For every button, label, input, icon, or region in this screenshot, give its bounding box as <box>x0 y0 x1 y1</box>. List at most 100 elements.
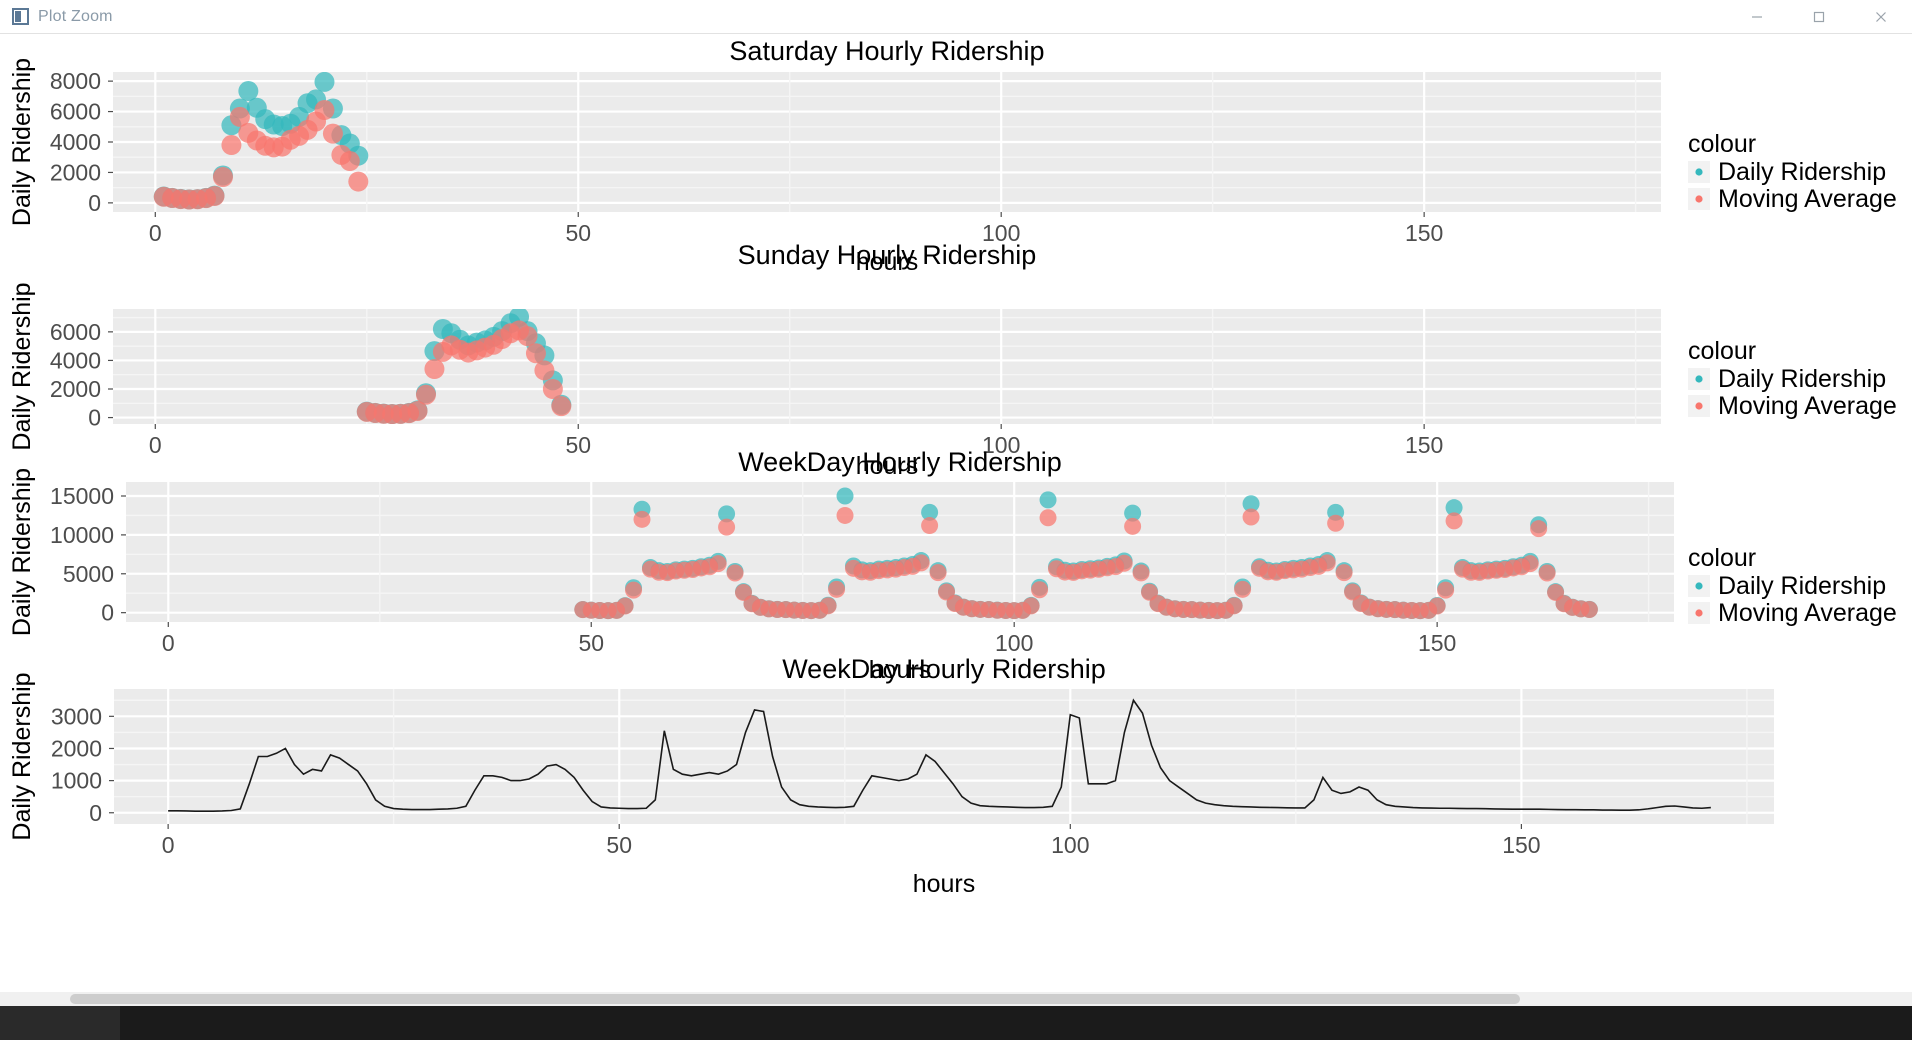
data-point <box>1445 512 1463 530</box>
data-point <box>212 167 233 187</box>
legend-label-daily-ridership: Daily Ridership <box>1718 572 1886 600</box>
x-tick-label: 150 <box>1405 432 1443 458</box>
data-point <box>1327 514 1345 532</box>
data-point <box>339 151 360 172</box>
chart-title: WeekDay Hourly Ridership <box>782 654 1106 684</box>
x-axis-label: hours <box>913 870 976 898</box>
y-axis: 0 1000 2000 3000 <box>51 703 114 826</box>
data-point <box>1115 554 1133 572</box>
y-tick-label: 4000 <box>50 129 101 155</box>
data-point <box>1335 564 1353 582</box>
data-point <box>551 396 572 417</box>
panel-background <box>114 689 1774 824</box>
legend-key-daily-ridership-icon <box>1695 168 1703 176</box>
y-tick-label: 0 <box>88 405 101 431</box>
legend-label-daily-ridership: Daily Ridership <box>1718 365 1886 393</box>
legend-title: colour <box>1688 337 1756 365</box>
data-point <box>1124 517 1142 535</box>
data-point <box>1039 509 1057 527</box>
data-point <box>1437 581 1455 599</box>
y-axis: 0 2000 40006000 <box>50 319 113 431</box>
y-tick-label: 6000 <box>50 99 101 125</box>
window-titlebar: Plot Zoom <box>0 0 1912 34</box>
data-point <box>616 597 634 615</box>
x-axis: 0 50 100 150 <box>162 824 1541 858</box>
y-tick-label: 2000 <box>50 376 101 402</box>
data-point <box>625 581 643 599</box>
data-point <box>1022 597 1040 615</box>
legend: colourDaily RidershipMoving Average <box>1688 130 1897 213</box>
data-point <box>1234 580 1252 598</box>
x-tick-label: 150 <box>1418 630 1456 656</box>
data-point <box>921 517 939 535</box>
legend-title: colour <box>1688 130 1756 158</box>
legend: colourDaily RidershipMoving Average <box>1688 544 1897 627</box>
close-button[interactable] <box>1850 0 1912 34</box>
x-tick-label: 0 <box>149 220 162 246</box>
data-point <box>718 518 736 536</box>
x-tick-label: 0 <box>162 630 175 656</box>
data-point <box>204 186 225 207</box>
chart-weekday-scatter: WeekDay Hourly Ridership 0 5000 10000 15000 0… <box>8 447 1897 684</box>
y-tick-label: 0 <box>89 800 102 826</box>
y-tick-label: 4000 <box>50 347 101 373</box>
data-point <box>929 564 947 582</box>
chart-sunday-scatter: Sunday Hourly Ridership 0 2000 40006000 0 50 1… <box>8 240 1897 480</box>
legend-key-moving-average-icon <box>1695 402 1703 410</box>
data-point <box>1318 554 1336 572</box>
x-axis: 0 50 100 150 <box>162 622 1456 656</box>
taskbar-item[interactable] <box>0 1006 120 1040</box>
y-axis-label: Daily Ridership <box>8 282 36 450</box>
x-tick-label: 50 <box>606 832 632 858</box>
y-tick-label: 5000 <box>63 561 114 587</box>
data-point <box>726 564 744 582</box>
scrollbar-thumb[interactable] <box>70 994 1520 1004</box>
window-title: Plot Zoom <box>38 7 113 25</box>
data-point <box>1538 564 1556 582</box>
data-point <box>348 171 369 192</box>
plot-window-icon <box>12 8 29 25</box>
data-point <box>322 123 343 144</box>
x-tick-label: 0 <box>149 432 162 458</box>
legend: colourDaily RidershipMoving Average <box>1688 337 1897 420</box>
y-tick-label: 1000 <box>51 768 102 794</box>
data-point <box>542 379 563 399</box>
y-axis: 0 2000 4000 6000 8000 <box>50 68 113 216</box>
x-tick-label: 50 <box>565 432 591 458</box>
legend-key-daily-ridership-icon <box>1695 375 1703 383</box>
taskbar <box>0 1006 1912 1040</box>
chart-weekday-line: WeekDay Hourly Ridership 0 1000 2000 3000 0 50… <box>8 654 1774 898</box>
x-tick-label: 150 <box>1405 220 1443 246</box>
data-point <box>424 359 445 379</box>
maximize-button[interactable] <box>1788 0 1850 34</box>
x-tick-label: 150 <box>1502 832 1540 858</box>
chart-title: Sunday Hourly Ridership <box>738 240 1037 270</box>
data-point <box>221 135 242 156</box>
y-tick-label: 2000 <box>51 735 102 761</box>
data-point <box>912 554 930 572</box>
y-axis-label: Daily Ridership <box>8 672 36 840</box>
x-tick-label: 0 <box>162 832 175 858</box>
y-axis-label: Daily Ridership <box>8 468 36 636</box>
data-point <box>709 555 727 573</box>
y-tick-label: 2000 <box>50 159 101 185</box>
data-point <box>534 360 555 381</box>
data-point <box>633 510 651 528</box>
multi-panel-plot: Saturday Hourly Ridership020004000600080… <box>8 36 1897 898</box>
y-tick-label: 0 <box>101 600 114 626</box>
chart-title: WeekDay Hourly Ridership <box>738 447 1062 477</box>
data-point <box>415 384 436 405</box>
data-point <box>1031 581 1049 599</box>
plot-canvas: Saturday Hourly Ridership 0 2000 4000 6000 80… <box>0 34 1912 1006</box>
data-point <box>525 343 546 364</box>
data-point <box>819 597 837 615</box>
data-point <box>314 100 335 121</box>
x-tick-label: 50 <box>565 220 591 246</box>
minimize-button[interactable] <box>1726 0 1788 34</box>
data-point <box>1428 597 1446 615</box>
horizontal-scrollbar[interactable] <box>0 992 1912 1006</box>
y-tick-label: 6000 <box>50 319 101 345</box>
y-tick-label: 10000 <box>50 522 114 548</box>
y-tick-label: 15000 <box>50 483 114 509</box>
data-point <box>1530 520 1548 538</box>
